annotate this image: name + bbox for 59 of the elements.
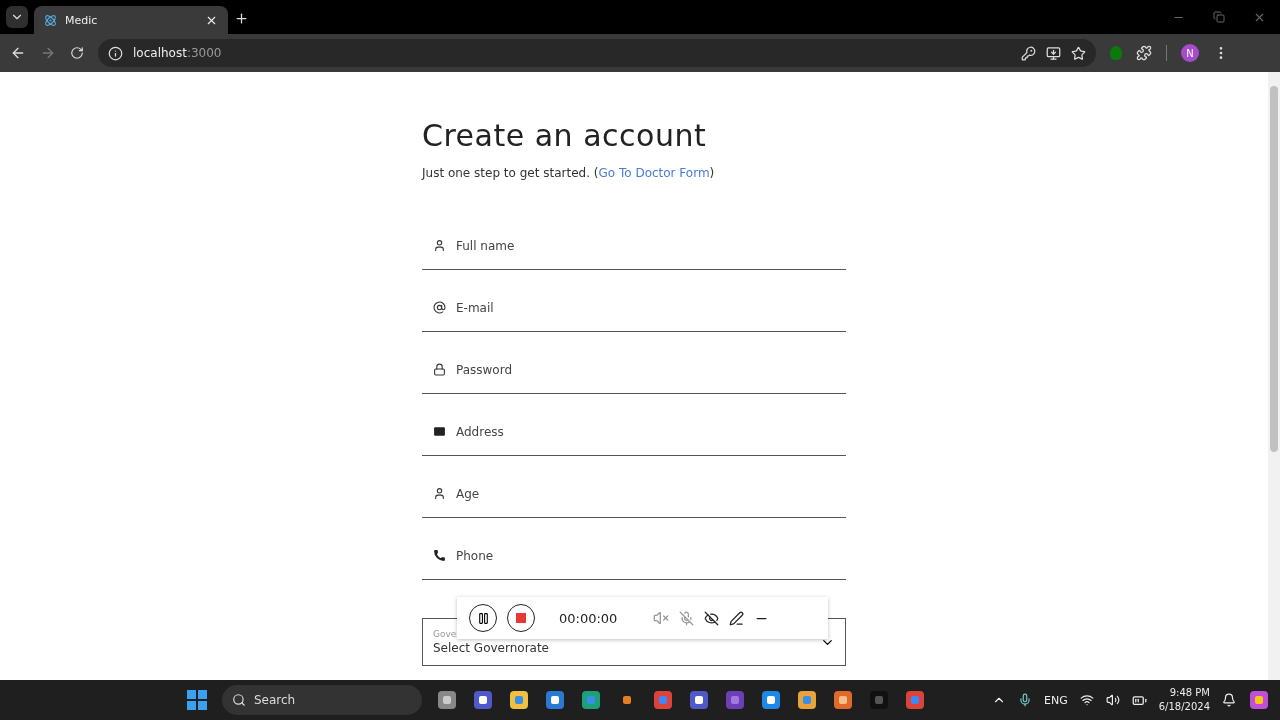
app-icon[interactable] [688,689,710,711]
text-field[interactable]: Password [454,361,846,378]
app-icon[interactable] [796,689,818,711]
atom-icon [44,13,57,27]
mute-icon[interactable] [653,610,670,626]
scrollbar[interactable] [1268,72,1280,680]
stop-button[interactable] [507,604,535,632]
pause-button[interactable] [469,604,497,632]
clock[interactable]: 9:48 PM 6/18/2024 [1158,686,1210,714]
text-field[interactable]: Full name [454,237,846,254]
key-icon[interactable] [1021,45,1036,61]
forward-icon [40,45,56,61]
wifi-icon[interactable] [1079,693,1094,707]
taskbar-search[interactable]: Search [222,685,422,715]
star-icon[interactable] [1071,45,1086,61]
pause-icon [476,611,490,625]
url-text: localhost:3000 [133,46,222,60]
at-icon [433,301,446,314]
reload-icon [70,46,84,60]
browser-tab[interactable]: Medic [34,6,228,34]
puzzle-icon [1136,45,1152,61]
mic-off-icon[interactable] [679,610,695,626]
extensions-button[interactable] [1136,45,1152,61]
search-icon [232,693,246,707]
plus-icon [234,11,249,26]
person-icon [433,487,446,500]
four-squares-icon[interactable] [186,689,208,711]
tab-list-button[interactable] [6,6,28,28]
app-icon[interactable] [472,689,494,711]
app-icon[interactable] [760,689,782,711]
bell-icon[interactable] [1222,693,1236,707]
person-icon [433,239,446,252]
back-button[interactable] [10,45,26,61]
volume-icon[interactable] [1105,693,1120,707]
new-tab-button[interactable] [234,11,249,26]
back-icon [10,45,26,61]
app-icon[interactable] [436,689,458,711]
subtitle-text: Just one step to get started. (Go To Doctor Form) [422,165,716,182]
app-icon[interactable] [508,689,530,711]
microphone-icon[interactable] [1018,693,1032,707]
app-icon[interactable] [832,689,854,711]
install-icon[interactable] [1046,45,1061,61]
app-icon[interactable] [544,689,566,711]
text-field[interactable]: Phone [454,547,846,564]
address-bar[interactable]: localhost:3000 [98,39,1096,67]
forward-button[interactable] [40,45,56,61]
doctor-form-link[interactable]: Go To Doctor Form [598,166,710,180]
text-field[interactable]: Age [454,485,846,502]
lock-icon [433,363,446,376]
language-indicator[interactable]: ENG [1044,693,1068,707]
app-icon[interactable] [1248,689,1270,711]
phone-icon [433,549,446,562]
profile-avatar[interactable]: N [1181,44,1199,62]
info-icon[interactable] [108,45,123,61]
page-title: Create an account [422,118,708,154]
pen-icon[interactable] [729,610,745,626]
text-field[interactable]: E-mail [454,299,846,316]
reload-button[interactable] [70,46,84,60]
text-field[interactable]: Address [454,423,846,440]
